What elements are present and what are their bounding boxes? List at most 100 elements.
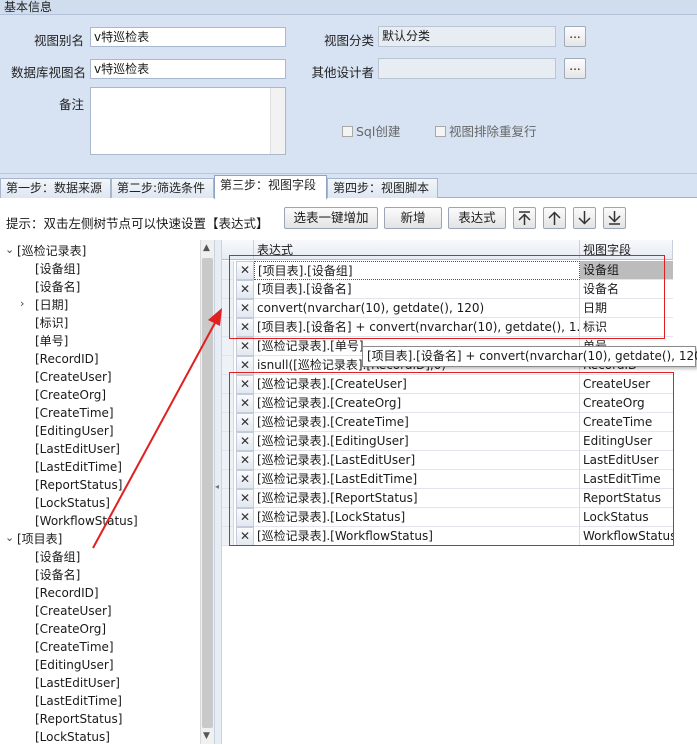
view-field-cell[interactable]: EditingUser [580,432,673,451]
view-field-cell[interactable]: 日期 [580,299,673,318]
tree-node-project-table[interactable]: [项目表] [17,531,62,547]
delete-row-button[interactable]: ✕ [236,394,254,413]
expression-cell[interactable]: [项目表].[设备名] + convert(nvarchar(10), getd… [254,318,580,337]
view-field-cell[interactable]: CreateOrg [580,394,673,413]
expression-cell[interactable]: [巡检记录表].[LastEditTime] [254,470,580,489]
tree-field-node[interactable]: [CreateTime] [35,639,114,655]
expression-button[interactable]: 表达式 [448,207,506,229]
delete-row-button[interactable]: ✕ [236,432,254,451]
tree-field-node[interactable]: [LockStatus] [35,495,110,511]
expression-cell[interactable]: [项目表].[设备组] [254,261,580,280]
tree-field-node[interactable]: [日期] [35,297,68,313]
row-selector[interactable] [222,318,234,337]
remark-textarea[interactable] [90,87,286,155]
expression-cell[interactable]: [巡检记录表].[WorkflowStatus] [254,527,580,546]
row-selector[interactable] [222,261,234,280]
tree-field-node[interactable]: [设备组] [35,261,80,277]
delete-row-button[interactable]: ✕ [236,508,254,527]
tree-field-node[interactable]: [标识] [35,315,68,331]
tree-field-node[interactable]: [ReportStatus] [35,477,122,493]
tree-field-node[interactable]: [RecordID] [35,585,99,601]
delete-row-button[interactable]: ✕ [236,527,254,546]
tree-scrollbar[interactable]: ▲ ▼ [200,240,214,744]
row-selector[interactable] [222,508,234,527]
tab-filter-conditions[interactable]: 第二步:筛选条件 [111,178,214,198]
tree-field-node[interactable]: [设备名] [35,279,80,295]
view-field-cell[interactable]: 设备名 [580,280,673,299]
expression-cell[interactable]: [巡检记录表].[CreateOrg] [254,394,580,413]
dedupe-checkbox[interactable]: 视图排除重复行 [435,121,537,140]
db-view-name-input[interactable]: v特巡检表 [90,59,286,79]
expression-cell[interactable]: [巡检记录表].[CreateTime] [254,413,580,432]
expression-cell[interactable]: [巡检记录表].[ReportStatus] [254,489,580,508]
expression-cell[interactable]: [巡检记录表].[CreateUser] [254,375,580,394]
delete-row-button[interactable]: ✕ [236,470,254,489]
view-field-cell[interactable]: CreateUser [580,375,673,394]
scroll-up-icon[interactable]: ▲ [203,243,210,253]
tab-data-source[interactable]: 第一步：数据来源 [0,178,111,198]
expression-cell[interactable]: [巡检记录表].[EditingUser] [254,432,580,451]
remark-scrollbar[interactable] [270,88,285,154]
tree-field-node[interactable]: [CreateTime] [35,405,114,421]
row-selector[interactable] [222,489,234,508]
tree-field-node[interactable]: [单号] [35,333,68,349]
delete-row-button[interactable]: ✕ [236,261,254,280]
tree-field-node[interactable]: [CreateUser] [35,369,112,385]
view-field-cell[interactable]: LastEditTime [580,470,673,489]
view-field-cell[interactable]: 标识 [580,318,673,337]
collapse-icon[interactable]: ⌄ [5,243,14,256]
tree-field-node[interactable]: [WorkflowStatus] [35,513,138,529]
view-field-cell[interactable]: WorkflowStatus [580,527,673,546]
tree-field-node[interactable]: [设备组] [35,549,80,565]
row-selector[interactable] [222,413,234,432]
tree-scroll-thumb[interactable] [202,258,213,728]
tree-field-node[interactable]: [LastEditUser] [35,675,120,691]
move-up-button[interactable] [543,207,566,229]
delete-row-button[interactable]: ✕ [236,299,254,318]
tree-field-node[interactable]: [RecordID] [35,351,99,367]
row-selector[interactable] [222,432,234,451]
tree-field-node[interactable]: [LastEditTime] [35,693,122,709]
add-all-from-table-button[interactable]: 选表一键增加 [284,207,378,229]
delete-row-button[interactable]: ✕ [236,280,254,299]
expression-cell[interactable]: [项目表].[设备名] [254,280,580,299]
row-selector[interactable] [222,394,234,413]
tree-field-node[interactable]: [ReportStatus] [35,711,122,727]
row-selector[interactable] [222,280,234,299]
delete-row-button[interactable]: ✕ [236,413,254,432]
pane-splitter[interactable]: ◂ [214,240,222,744]
tree-field-node[interactable]: [EditingUser] [35,423,114,439]
tree-field-node[interactable]: [LastEditTime] [35,459,122,475]
row-selector[interactable] [222,527,234,546]
other-designer-input[interactable] [378,58,556,79]
view-alias-input[interactable]: v特巡检表 [90,27,286,47]
row-selector[interactable] [222,356,234,375]
other-designer-browse-button[interactable]: ... [564,58,586,79]
view-category-select[interactable]: 默认分类 [378,26,556,47]
expression-cell[interactable]: [巡检记录表].[LastEditUser] [254,451,580,470]
sql-create-checkbox[interactable]: Sql创建 [342,121,400,140]
view-field-cell[interactable]: 设备组 [580,261,673,280]
tree-field-node[interactable]: [LockStatus] [35,729,110,745]
view-field-cell[interactable]: CreateTime [580,413,673,432]
delete-row-button[interactable]: ✕ [236,451,254,470]
row-selector[interactable] [222,470,234,489]
view-category-browse-button[interactable]: ... [564,26,586,47]
view-field-cell[interactable]: LastEditUser [580,451,673,470]
row-selector[interactable] [222,337,234,356]
row-selector[interactable] [222,375,234,394]
collapse-icon[interactable]: ⌄ [5,531,14,544]
tab-view-script[interactable]: 第四步：视图脚本 [327,178,438,198]
row-selector[interactable] [222,299,234,318]
delete-row-button[interactable]: ✕ [236,489,254,508]
tab-view-fields[interactable]: 第三步：视图字段 [214,175,327,199]
tree-node-inspection-table[interactable]: [巡检记录表] [17,243,86,259]
tree-field-node[interactable]: [CreateOrg] [35,621,106,637]
tree-field-node[interactable]: [LastEditUser] [35,441,120,457]
add-new-button[interactable]: 新增 [384,207,442,229]
col-header-expression[interactable]: 表达式 [254,240,580,260]
move-top-button[interactable] [513,207,536,229]
expression-cell[interactable]: convert(nvarchar(10), getdate(), 120) [254,299,580,318]
delete-row-button[interactable]: ✕ [236,337,254,356]
delete-row-button[interactable]: ✕ [236,318,254,337]
